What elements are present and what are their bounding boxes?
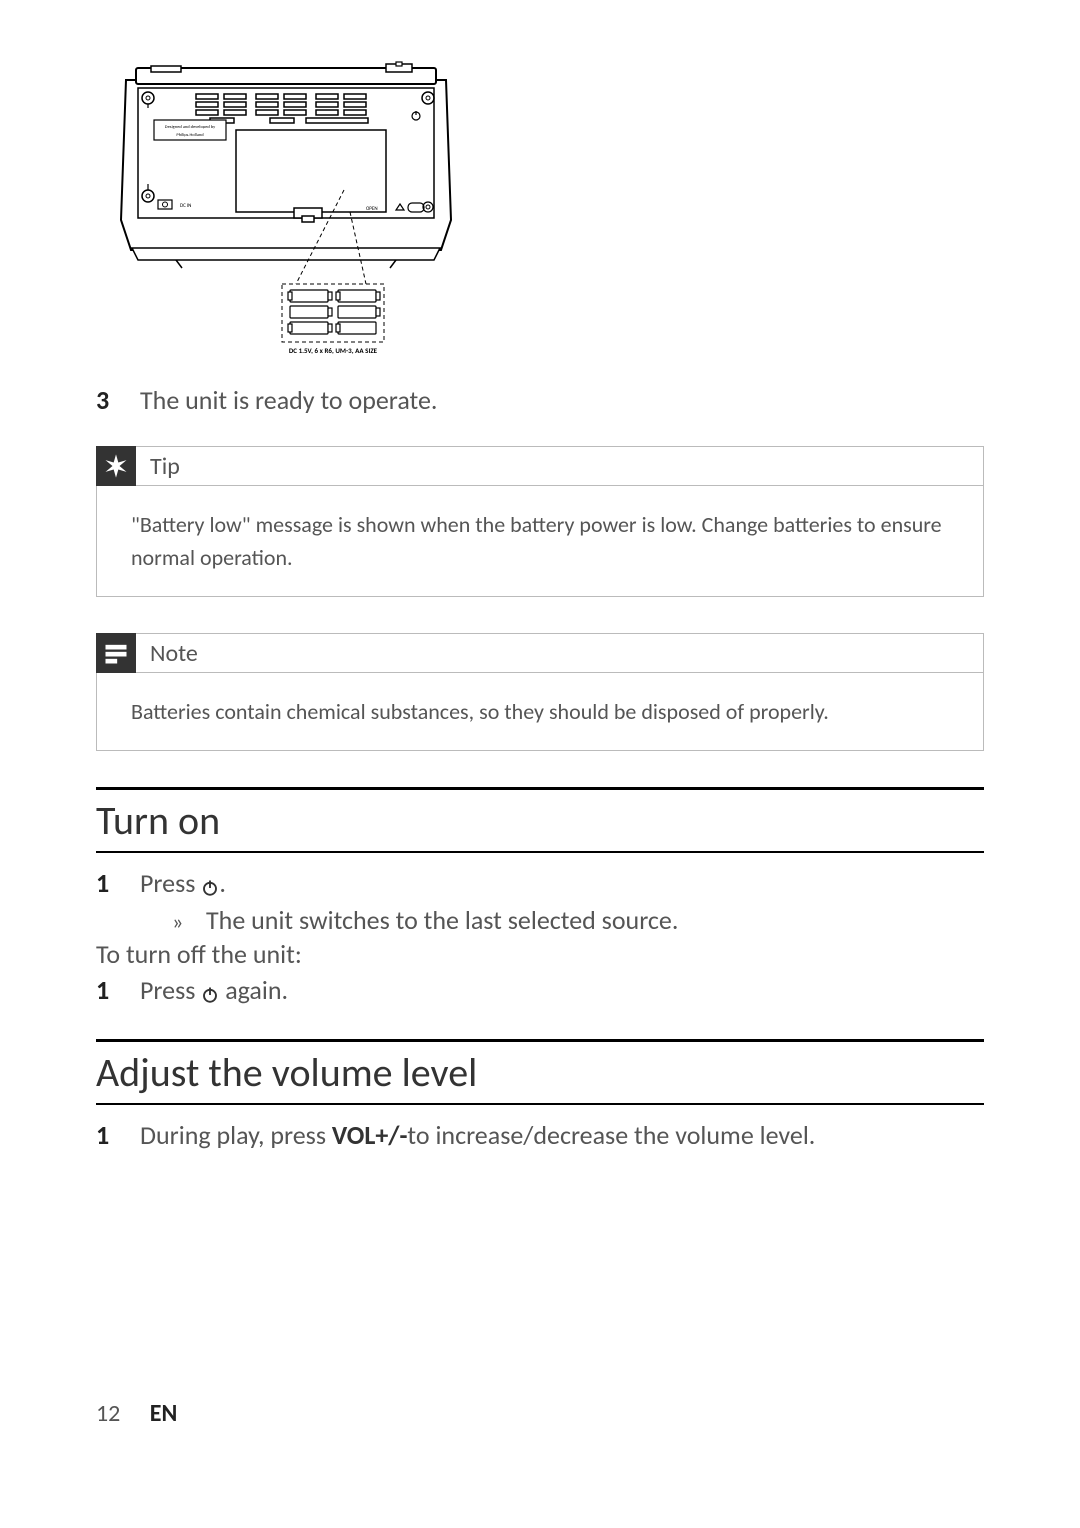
device-illustration: Designed and developed by Philips.Hollan…: [106, 60, 466, 360]
step-3: 3 The unit is ready to operate.: [96, 384, 984, 416]
text-suffix: .: [219, 867, 226, 899]
step-number: 3: [96, 384, 140, 416]
text-suffix: to increase/decrease the volume level.: [407, 1119, 815, 1151]
tip-header: Tip: [97, 447, 983, 486]
svg-text:Designed and developed by: Designed and developed by: [165, 125, 215, 130]
step-number: 1: [96, 974, 140, 1006]
svg-text:OPEN: OPEN: [366, 206, 378, 212]
note-callout: Note Batteries contain chemical substanc…: [96, 633, 984, 751]
svg-text:DC IN: DC IN: [180, 203, 191, 209]
power-icon: [201, 870, 219, 902]
tip-callout: Tip "Battery low" message is shown when …: [96, 446, 984, 597]
text-suffix: again.: [219, 974, 288, 1006]
text-prefix: Press: [140, 974, 201, 1006]
tip-icon: [96, 446, 136, 486]
page-number: 12: [96, 1399, 120, 1428]
sub-text: The unit switches to the last selected s…: [206, 904, 678, 936]
page-footer: 12 EN: [96, 1399, 177, 1428]
step-text: Press .: [140, 867, 226, 902]
note-header: Note: [97, 634, 983, 673]
adjust-volume-heading: Adjust the volume level: [96, 1042, 984, 1105]
text-prefix: During play, press: [140, 1119, 332, 1151]
step-number: 1: [96, 1119, 140, 1151]
turn-on-heading: Turn on: [96, 790, 984, 853]
text-prefix: Press: [140, 867, 201, 899]
turn-off-intro: To turn off the unit:: [96, 938, 984, 970]
adjust-volume-step-1: 1 During play, press VOL+/-to increase/d…: [96, 1119, 984, 1151]
language-code: EN: [150, 1399, 178, 1428]
note-body: Batteries contain chemical substances, s…: [97, 673, 983, 750]
power-icon: [201, 977, 219, 1009]
tip-body: "Battery low" message is shown when the …: [97, 486, 983, 596]
svg-text:Philips.Holland: Philips.Holland: [176, 133, 204, 138]
step-number: 1: [96, 867, 140, 899]
sub-marker: »: [172, 908, 206, 935]
turn-on-sub-result: » The unit switches to the last selected…: [172, 904, 984, 936]
note-icon: [96, 633, 136, 673]
note-title: Note: [150, 639, 198, 668]
turn-off-step-1: 1 Press again.: [96, 974, 984, 1009]
step-text: During play, press VOL+/-to increase/dec…: [140, 1119, 815, 1151]
turn-on-step-1: 1 Press .: [96, 867, 984, 902]
step-text: The unit is ready to operate.: [140, 384, 437, 416]
svg-text:DC 1.5V, 6 x R6, UM-3, AA SIZE: DC 1.5V, 6 x R6, UM-3, AA SIZE: [289, 346, 378, 355]
step-text: Press again.: [140, 974, 288, 1009]
tip-title: Tip: [150, 452, 180, 481]
vol-key-label: VOL+/-: [332, 1119, 408, 1151]
